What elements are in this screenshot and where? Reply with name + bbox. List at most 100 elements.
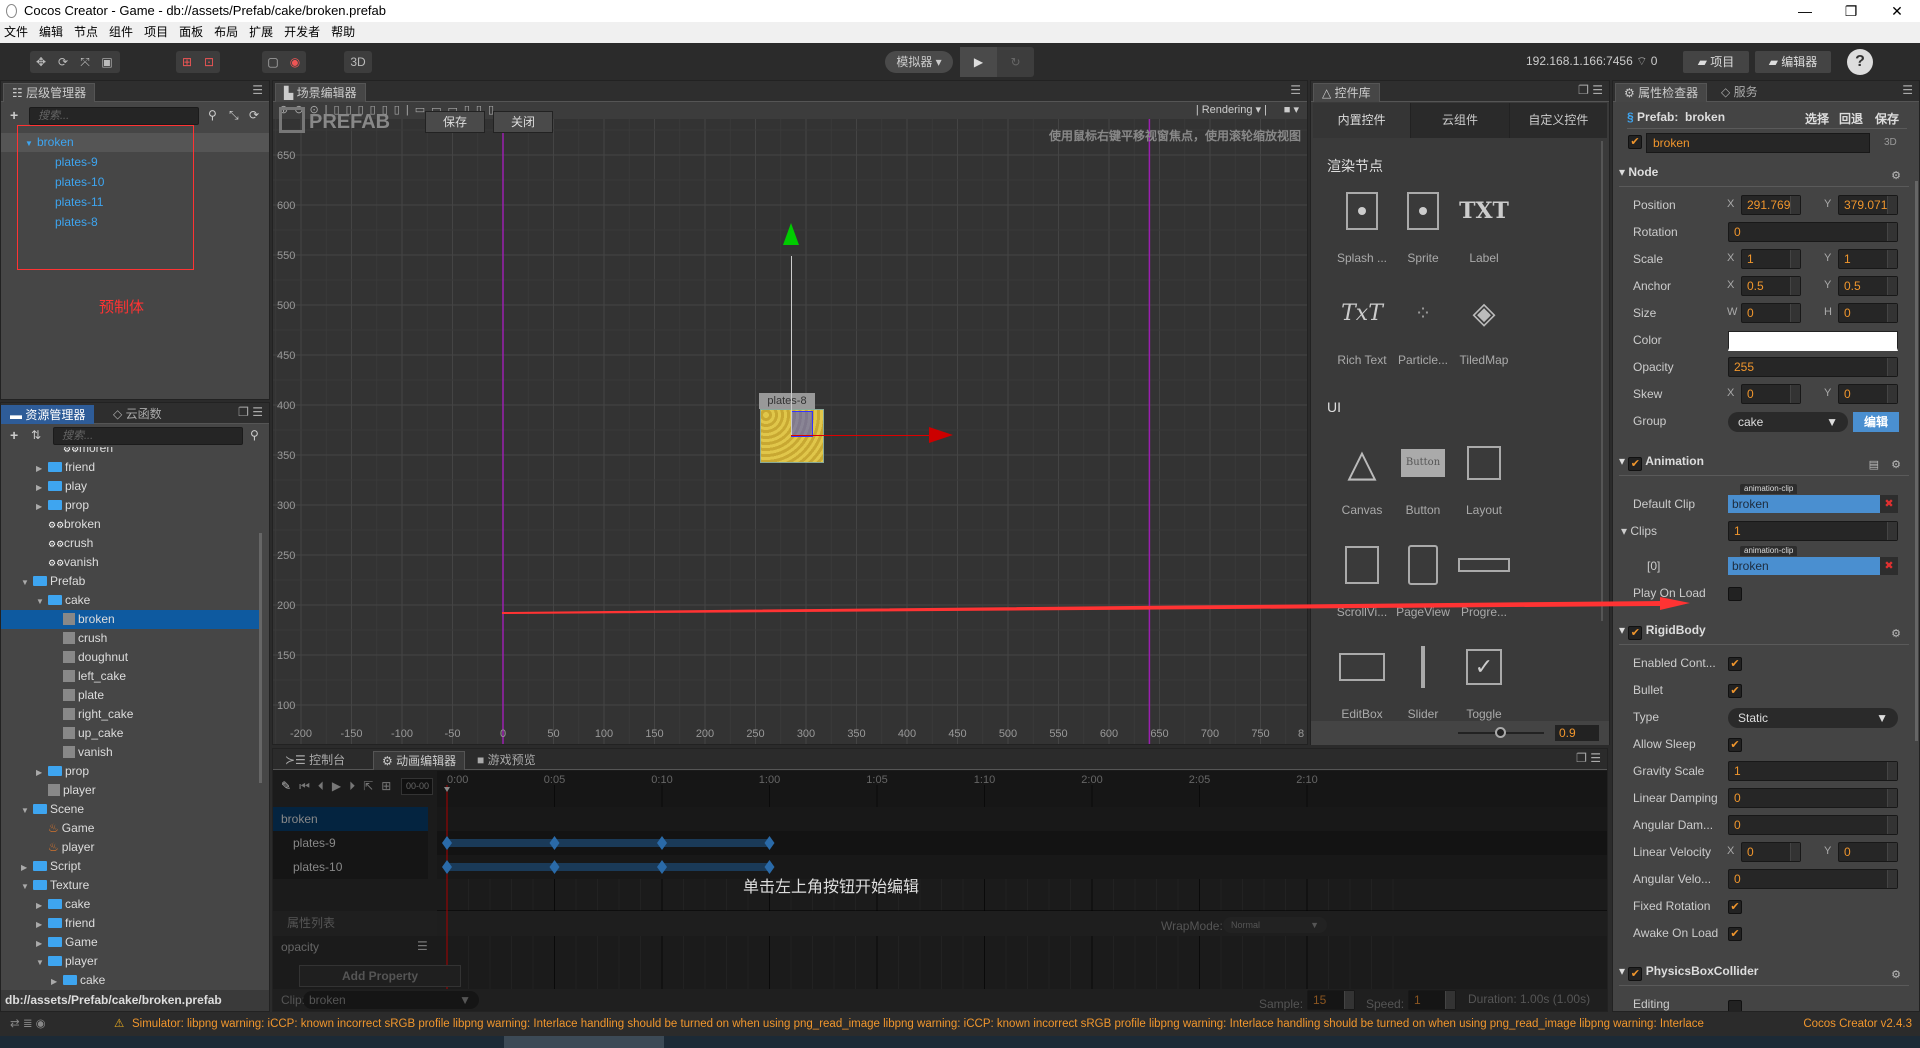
help-button[interactable]: ?	[1847, 49, 1873, 75]
panel-menu-icon[interactable]: ☰	[1902, 83, 1913, 97]
global-coord-icon[interactable]: ◉	[284, 55, 306, 69]
library-item[interactable]: Layout	[1447, 433, 1521, 533]
camera-dropdown[interactable]: ■ ▾	[1284, 102, 1299, 119]
anim-node-row[interactable]: plates-9	[273, 831, 428, 855]
color-picker[interactable]	[1728, 331, 1898, 351]
asset-item[interactable]: ▶ prop	[36, 762, 89, 781]
scale-x-input[interactable]: 1	[1741, 249, 1801, 269]
refresh-button[interactable]: ↻	[997, 47, 1034, 77]
property-input[interactable]: 0	[1728, 788, 1898, 808]
anim-node-row[interactable]: broken	[273, 807, 428, 831]
refresh-icon[interactable]: ⟳	[249, 108, 259, 122]
menu-file[interactable]: 文件	[4, 22, 28, 43]
panel-menu-icon[interactable]: ❐ ☰	[1576, 751, 1601, 765]
taskbar-item[interactable]	[504, 1036, 664, 1048]
asset-item[interactable]: ♨ player	[36, 838, 94, 857]
caret-down-icon[interactable]: ▼	[21, 573, 33, 592]
tab-services[interactable]: ◇ 服务	[1713, 83, 1766, 102]
prefab-close-button[interactable]: 关闭	[493, 111, 553, 133]
asset-item[interactable]: broken	[51, 610, 115, 629]
gear-icon[interactable]: ⚙	[1891, 458, 1901, 471]
status-icons[interactable]: ⇄ ≣ ◉	[10, 1012, 46, 1036]
caret-down-icon[interactable]: ▼	[36, 592, 48, 611]
edit-mode-icon[interactable]: ✎	[281, 779, 299, 793]
asset-item[interactable]: ⚙⚙broken	[36, 515, 101, 534]
tab-animation-editor[interactable]: ⚙ 动画编辑器	[373, 751, 466, 770]
tab-scene-editor[interactable]: ▙ 场景编辑器	[275, 83, 366, 102]
property-checkbox[interactable]: ✔	[1728, 900, 1742, 914]
play-on-load-checkbox[interactable]	[1728, 587, 1742, 601]
open-project-button[interactable]: ▰ 项目	[1683, 51, 1749, 73]
pivot-icon[interactable]: ⊞	[176, 55, 198, 69]
asset-item[interactable]: doughnut	[51, 648, 128, 667]
add-property-button[interactable]: Add Property	[299, 965, 461, 987]
remove-icon[interactable]: ✖	[1880, 557, 1898, 575]
size-h-input[interactable]: 0	[1838, 303, 1898, 323]
caret-right-icon[interactable]: ▶	[36, 459, 48, 478]
prefab-select-button[interactable]: 选择	[1805, 110, 1829, 127]
rendering-dropdown[interactable]: | Rendering ▾ |	[1196, 102, 1267, 119]
x-arrow-icon[interactable]	[929, 427, 953, 443]
remove-icon[interactable]: ✖	[1880, 495, 1898, 513]
asset-scrollbar[interactable]	[259, 533, 262, 783]
position-x-input[interactable]: 291.769	[1741, 195, 1801, 215]
simulator-dropdown[interactable]: 模拟器 ▾	[885, 51, 953, 73]
play-icon[interactable]: ▶	[332, 779, 349, 793]
x-axis-gizmo[interactable]	[791, 435, 931, 436]
tab-assets[interactable]: ▬ 资源管理器	[1, 405, 95, 424]
property-input[interactable]: 0	[1728, 815, 1898, 835]
caret-right-icon[interactable]: ▶	[51, 972, 63, 987]
rotate-tool-icon[interactable]: ⟳	[52, 55, 74, 69]
asset-item[interactable]: ▶ cake	[36, 895, 90, 914]
asset-item[interactable]: ▶ play	[36, 477, 87, 496]
search-icon[interactable]: ⚲	[208, 108, 217, 122]
menu-extension[interactable]: 扩展	[249, 22, 273, 43]
zoom-slider-handle[interactable]	[1495, 727, 1506, 738]
property-input[interactable]: 0	[1728, 869, 1898, 889]
clip-select[interactable]: broken ▼	[303, 991, 479, 1009]
menu-project[interactable]: 项目	[144, 22, 168, 43]
asset-item[interactable]: ▼ Prefab	[21, 572, 85, 591]
default-clip-field[interactable]: broken ✖	[1728, 495, 1898, 513]
asset-item[interactable]: ⚙⚙vanish	[36, 553, 99, 572]
size-w-input[interactable]: 0	[1741, 303, 1801, 323]
wrapmode-select[interactable]: Normal ▼	[1223, 917, 1327, 933]
tab-cloud-functions[interactable]: ◇ 云函数	[105, 405, 170, 424]
local-coord-icon[interactable]: ▢	[262, 55, 284, 69]
library-item[interactable]: ✓ Toggle	[1447, 637, 1521, 721]
center-icon[interactable]: ⊡	[198, 55, 220, 69]
rigidbody-enabled-checkbox[interactable]: ✔	[1628, 626, 1643, 640]
collider-section-header[interactable]: ▾ ✔ PhysicsBoxCollider ⚙	[1619, 964, 1909, 986]
panel-menu-icon[interactable]: ☰	[1290, 83, 1301, 97]
asset-item[interactable]: up_cake	[51, 724, 123, 743]
menu-layout[interactable]: 布局	[214, 22, 238, 43]
node-active-checkbox[interactable]: ✔	[1628, 135, 1642, 149]
anim-node-row[interactable]: plates-10	[273, 855, 428, 879]
menu-component[interactable]: 组件	[109, 22, 133, 43]
menu-help[interactable]: 帮助	[331, 22, 355, 43]
doc-icon[interactable]: ▤	[1869, 458, 1879, 471]
menu-node[interactable]: 节点	[74, 22, 98, 43]
scale-y-input[interactable]: 1	[1838, 249, 1898, 269]
gear-icon[interactable]: ⚙	[1891, 169, 1901, 182]
search-icon[interactable]: ⚲	[250, 428, 259, 442]
assets-search-input[interactable]: 搜索...	[53, 427, 243, 445]
asset-item[interactable]: crush	[51, 629, 107, 648]
collider-enabled-checkbox[interactable]: ✔	[1628, 967, 1643, 981]
add-event-icon[interactable]: ⇱	[363, 779, 381, 793]
property-opacity[interactable]: opacity	[281, 940, 319, 954]
tab-inspector[interactable]: ⚙ 属性检查器	[1615, 83, 1708, 102]
node-name-input[interactable]: broken	[1646, 133, 1870, 153]
caret-right-icon[interactable]: ▶	[36, 478, 48, 497]
caret-right-icon[interactable]: ▶	[21, 858, 33, 877]
caret-right-icon[interactable]: ▶	[36, 915, 48, 934]
property-checkbox[interactable]: ✔	[1728, 927, 1742, 941]
add-node-button[interactable]: +	[10, 107, 18, 123]
rigidbody-section-header[interactable]: ▾ ✔ RigidBody ⚙	[1619, 623, 1909, 645]
prefab-save-button[interactable]: 保存	[425, 111, 485, 133]
asset-item[interactable]: ▶ prop	[36, 496, 89, 515]
first-frame-icon[interactable]: ⏮	[299, 779, 318, 793]
caret-down-icon[interactable]: ▼	[21, 877, 33, 896]
tab-hierarchy[interactable]: ☷ 层级管理器	[3, 83, 96, 102]
property-checkbox[interactable]: ✔	[1728, 657, 1742, 671]
